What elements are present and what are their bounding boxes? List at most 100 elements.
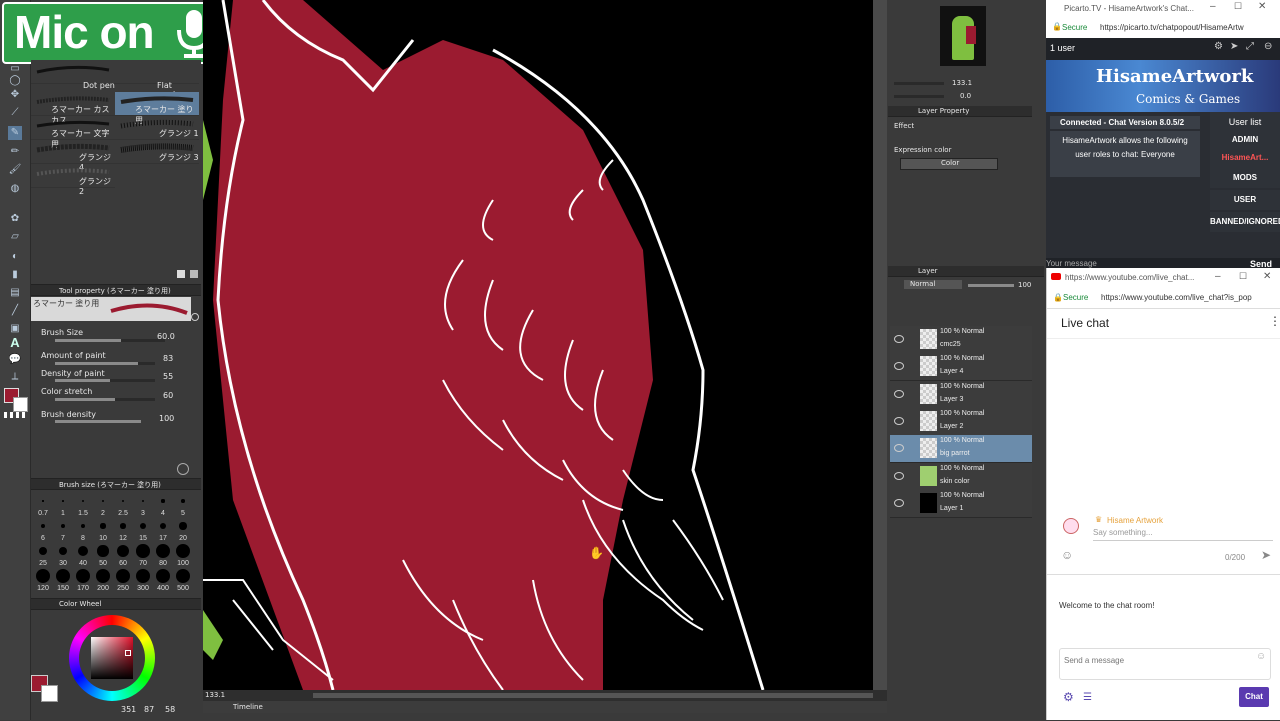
brush-size-option[interactable]: 17 [153, 518, 173, 542]
sub-color-swatch[interactable] [13, 397, 28, 412]
message-bar[interactable]: Your message Send [1046, 258, 1280, 269]
settings-wrench-icon[interactable] [177, 463, 189, 475]
brush-size-option[interactable]: 50 [93, 543, 113, 567]
minimize-icon[interactable]: – [1210, 1, 1216, 12]
eyedropper-tool-icon[interactable]: ⟋ [8, 106, 22, 120]
brush-size-option[interactable]: 60 [113, 543, 133, 567]
list-icon[interactable]: ☰ [1083, 692, 1092, 703]
brush-size-option[interactable]: 40 [73, 543, 93, 567]
visibility-eye-icon[interactable] [894, 416, 904, 425]
sub-color-chip[interactable] [41, 685, 58, 702]
settings-icon[interactable]: ⚙ [1214, 41, 1223, 52]
brush-item[interactable]: Dot pen Flat marker [31, 60, 199, 99]
role-user-hisame[interactable]: HisameArt... [1210, 148, 1280, 168]
brush-size-option[interactable]: 6 [33, 518, 53, 542]
new-brush-icon[interactable] [177, 270, 185, 278]
visibility-eye-icon[interactable] [894, 471, 904, 480]
brush-size-option[interactable]: 250 [113, 568, 133, 592]
search-icon[interactable] [191, 313, 199, 321]
navigator-thumbnail[interactable] [940, 6, 986, 66]
stretch-slider[interactable] [55, 398, 155, 401]
visibility-eye-icon[interactable] [894, 335, 904, 343]
airbrush-tool-icon[interactable]: ◍ [8, 182, 22, 196]
delete-brush-icon[interactable] [190, 270, 198, 278]
visibility-eye-icon[interactable] [894, 444, 904, 453]
decoration-tool-icon[interactable]: ✿ [8, 212, 22, 226]
opacity-slider[interactable] [968, 284, 1014, 287]
brush-item[interactable]: ろマーカー カスカス [31, 92, 115, 125]
pen-tool-icon[interactable]: ✎ [8, 126, 22, 140]
brush-size-option[interactable]: 70 [133, 543, 153, 567]
brush-item-selected[interactable]: ろマーカー 塗り用 [115, 92, 199, 125]
send-icon[interactable]: ➤ [1261, 548, 1271, 562]
brush-size-option[interactable]: 7 [53, 518, 73, 542]
maximize-icon[interactable]: ☐ [1234, 1, 1242, 12]
canvas-hscrollbar[interactable] [313, 693, 873, 698]
figure-tool-icon[interactable]: ╱ [8, 304, 22, 318]
role-admin[interactable]: ADMIN [1210, 130, 1280, 150]
brush-size-option[interactable]: 200 [93, 568, 113, 592]
frame-tool-icon[interactable]: ▣ [8, 322, 22, 336]
brush-size-option[interactable]: 1.5 [73, 493, 93, 517]
layer-row[interactable]: 100 % Normal big parrot [890, 435, 1032, 464]
youtube-addressbar[interactable]: 🔒 Secure https://www.youtube.com/live_ch… [1047, 288, 1280, 309]
brush-item[interactable]: グランジ 4 [31, 140, 115, 172]
brush-size-option[interactable]: 20 [173, 518, 193, 542]
saturation-value-square[interactable] [91, 637, 133, 679]
brush-size-option[interactable]: 400 [153, 568, 173, 592]
visibility-eye-icon[interactable] [894, 362, 904, 371]
brush-size-option[interactable]: 15 [133, 518, 153, 542]
fill-tool-icon[interactable]: ▮ [8, 268, 22, 282]
brush-size-option[interactable]: 25 [33, 543, 53, 567]
brush-size-option[interactable]: 4 [153, 493, 173, 517]
brush-size-option[interactable]: 300 [133, 568, 153, 592]
density-slider[interactable] [55, 379, 155, 382]
layer-row[interactable]: 100 % Normal Layer 3 [890, 380, 1032, 409]
brush-item[interactable]: グランジ 2 [31, 164, 115, 196]
timeline-bar[interactable]: Timeline [203, 701, 887, 713]
layer-row[interactable]: 100 % Normal Layer 1 [890, 489, 1032, 518]
text-tool-icon[interactable]: A [8, 336, 22, 350]
brush-size-option[interactable]: 10 [93, 518, 113, 542]
color-picker-handle[interactable] [125, 650, 131, 656]
brush-size-option[interactable]: 150 [53, 568, 73, 592]
rotate-slider[interactable] [894, 95, 944, 98]
emoji-icon[interactable]: ☺ [1256, 651, 1266, 662]
brush-size-slider[interactable] [55, 339, 165, 342]
send-message-input[interactable]: Send a message ☺ [1059, 648, 1271, 680]
balloon-tool-icon[interactable]: 💬 [8, 353, 22, 367]
canvas-vscrollbar[interactable] [873, 0, 887, 690]
expression-select[interactable]: Color [900, 158, 998, 170]
visibility-eye-icon[interactable] [894, 498, 904, 507]
brush-item[interactable]: ろマーカー 文字用 [31, 116, 115, 149]
minimize-icon[interactable]: – [1215, 271, 1221, 282]
gear-icon[interactable]: ⚙ [1063, 690, 1074, 704]
visibility-eye-icon[interactable] [894, 389, 904, 398]
layer-row[interactable]: 100 % Normal Layer 2 [890, 407, 1032, 436]
role-user[interactable]: USER [1210, 190, 1280, 210]
gradient-tool-icon[interactable]: ▤ [8, 286, 22, 300]
maximize-icon[interactable]: ☐ [1239, 271, 1247, 282]
pencil-tool-icon[interactable]: ✏ [8, 145, 22, 159]
brush-size-option[interactable]: 0.7 [33, 493, 53, 517]
brush-size-option[interactable]: 12 [113, 518, 133, 542]
chat-input[interactable]: Say something... [1093, 526, 1273, 541]
amount-slider[interactable] [55, 362, 155, 365]
layer-row[interactable]: 100 % Normal skin color [890, 462, 1032, 491]
brush-size-option[interactable]: 170 [73, 568, 93, 592]
brush-size-option[interactable]: 2.5 [113, 493, 133, 517]
brush-tool-icon[interactable]: 🖌 [8, 163, 22, 177]
move-tool-icon[interactable]: ✥ [8, 88, 22, 102]
zoom-slider[interactable] [894, 82, 944, 85]
emoji-icon[interactable]: ☺ [1061, 548, 1073, 562]
brush-size-option[interactable]: 80 [153, 543, 173, 567]
blend-mode-select[interactable]: Normal [904, 280, 962, 289]
lasso-tool-icon[interactable]: ◯ [8, 74, 22, 88]
layer-row[interactable]: 100 % Normal cmc25 [890, 326, 1032, 354]
brush-item[interactable]: グランジ 3 [115, 140, 199, 164]
canvas-area[interactable]: ✋ [203, 0, 873, 690]
picarto-addressbar[interactable]: 🔒 Secure https://picarto.tv/chatpopout/H… [1046, 17, 1280, 39]
chat-button[interactable]: Chat [1239, 687, 1269, 707]
brush-item[interactable]: グランジ 1 [115, 116, 199, 140]
brush-size-option[interactable]: 5 [173, 493, 193, 517]
